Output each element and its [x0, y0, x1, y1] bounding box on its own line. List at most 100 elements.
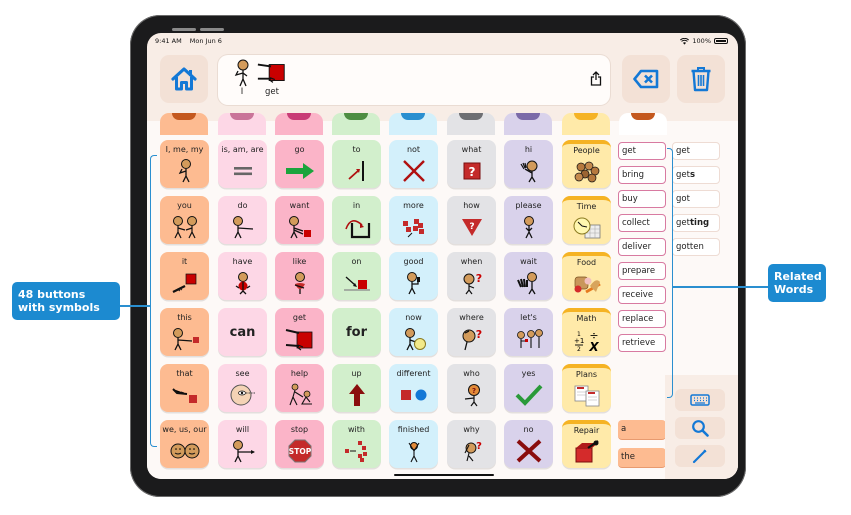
- clear-button[interactable]: [677, 55, 725, 103]
- word-button[interactable]: see: [218, 364, 267, 412]
- word-button[interactable]: that: [160, 364, 209, 412]
- word-button[interactable]: get: [275, 308, 324, 356]
- related-word-button[interactable]: receive: [618, 286, 666, 304]
- word-form-button[interactable]: gets: [672, 166, 720, 184]
- word-button[interactable]: do: [218, 196, 267, 244]
- message-word[interactable]: I: [226, 59, 258, 97]
- app-screen: 9:41 AM Mon Jun 6 100% I get I, me, my i…: [147, 33, 738, 479]
- word-button[interactable]: for: [332, 308, 381, 356]
- word-button[interactable]: want: [275, 196, 324, 244]
- related-word-button[interactable]: collect: [618, 214, 666, 232]
- tab-notch: [287, 113, 311, 120]
- category-tab[interactable]: [389, 113, 437, 135]
- word-button[interactable]: to: [332, 140, 381, 188]
- word-button[interactable]: now: [389, 308, 438, 356]
- word-form-button[interactable]: got: [672, 190, 720, 208]
- related-word-button[interactable]: deliver: [618, 238, 666, 256]
- keyboard-button[interactable]: [675, 389, 725, 411]
- word-form-button[interactable]: get: [672, 142, 720, 160]
- word-button[interactable]: stop STOP: [275, 420, 324, 468]
- word-button[interactable]: we, us, our: [160, 420, 209, 468]
- wifi-icon: [680, 37, 690, 45]
- word-button[interactable]: more: [389, 196, 438, 244]
- related-word-button[interactable]: get: [618, 142, 666, 160]
- related-word-button[interactable]: replace: [618, 310, 666, 328]
- word-button[interactable]: Math 1 +1 2 ÷ X: [562, 308, 611, 356]
- category-tab[interactable]: [504, 113, 552, 135]
- word-button-label: that: [176, 369, 193, 378]
- category-tab[interactable]: [562, 113, 610, 135]
- category-tab[interactable]: [160, 113, 208, 135]
- hand-pointing-far-icon: [171, 378, 199, 412]
- category-tab[interactable]: [218, 113, 266, 135]
- word-button[interactable]: good: [389, 252, 438, 300]
- related-bracket: [667, 148, 673, 398]
- word-button[interactable]: Plans: [562, 364, 611, 412]
- person-question-icon: ?: [460, 266, 484, 300]
- word-button-label: Math: [576, 314, 597, 323]
- search-button[interactable]: [675, 417, 725, 439]
- word-button[interactable]: finished: [389, 420, 438, 468]
- article-button[interactable]: the: [618, 448, 666, 468]
- word-button[interactable]: is, am, are: [218, 140, 267, 188]
- word-button[interactable]: will: [218, 420, 267, 468]
- word-button[interactable]: it: [160, 252, 209, 300]
- word-button[interactable]: Food: [562, 252, 611, 300]
- word-button[interactable]: different: [389, 364, 438, 412]
- word-button-label: help: [290, 369, 309, 378]
- edit-button[interactable]: [675, 445, 725, 467]
- word-button[interactable]: help: [275, 364, 324, 412]
- word-button[interactable]: what?: [447, 140, 496, 188]
- word-button[interactable]: who?: [447, 364, 496, 412]
- word-button[interactable]: with: [332, 420, 381, 468]
- word-button[interactable]: I, me, my: [160, 140, 209, 188]
- arrow-into-box-icon: [343, 210, 371, 244]
- word-button[interactable]: no: [504, 420, 553, 468]
- person-looking-question-icon: ?: [460, 322, 484, 356]
- person-self-icon: [174, 154, 196, 188]
- related-word-button[interactable]: bring: [618, 166, 666, 184]
- word-button-label: let's: [520, 313, 537, 322]
- share-button[interactable]: [590, 71, 602, 90]
- word-button[interactable]: this: [160, 308, 209, 356]
- related-word-button[interactable]: buy: [618, 190, 666, 208]
- word-button[interactable]: wait: [504, 252, 553, 300]
- word-button[interactable]: why?: [447, 420, 496, 468]
- home-button[interactable]: [160, 55, 208, 103]
- backspace-button[interactable]: [622, 55, 670, 103]
- related-word-button[interactable]: prepare: [618, 262, 666, 280]
- word-button[interactable]: how?: [447, 196, 496, 244]
- word-button-label: it: [181, 257, 188, 266]
- word-button[interactable]: where?: [447, 308, 496, 356]
- word-form-button[interactable]: gotten: [672, 238, 720, 256]
- word-button[interactable]: you: [160, 196, 209, 244]
- word-button[interactable]: Time: [562, 196, 611, 244]
- tab-notch: [344, 113, 368, 120]
- category-tab[interactable]: [447, 113, 495, 135]
- word-button[interactable]: hi: [504, 140, 553, 188]
- word-button[interactable]: People: [562, 140, 611, 188]
- word-button[interactable]: in: [332, 196, 381, 244]
- related-word-button[interactable]: retrieve: [618, 334, 666, 352]
- message-word[interactable]: get: [256, 59, 288, 97]
- word-button[interactable]: up: [332, 364, 381, 412]
- word-button-label: not: [406, 145, 421, 154]
- article-button[interactable]: a: [618, 420, 666, 440]
- category-tab[interactable]: [275, 113, 323, 135]
- word-button[interactable]: go: [275, 140, 324, 188]
- word-form-button[interactable]: getting: [672, 214, 720, 232]
- word-button[interactable]: have: [218, 252, 267, 300]
- word-button[interactable]: let's: [504, 308, 553, 356]
- word-button[interactable]: please: [504, 196, 553, 244]
- word-button[interactable]: when?: [447, 252, 496, 300]
- word-button-label: stop: [290, 425, 309, 434]
- category-tab[interactable]: [619, 113, 667, 135]
- word-button[interactable]: on: [332, 252, 381, 300]
- message-bar[interactable]: I get: [218, 55, 610, 105]
- category-tab[interactable]: [332, 113, 380, 135]
- word-button[interactable]: Repair: [562, 420, 611, 468]
- word-button[interactable]: can: [218, 308, 267, 356]
- word-button[interactable]: like: [275, 252, 324, 300]
- word-button[interactable]: not: [389, 140, 438, 188]
- word-button[interactable]: yes: [504, 364, 553, 412]
